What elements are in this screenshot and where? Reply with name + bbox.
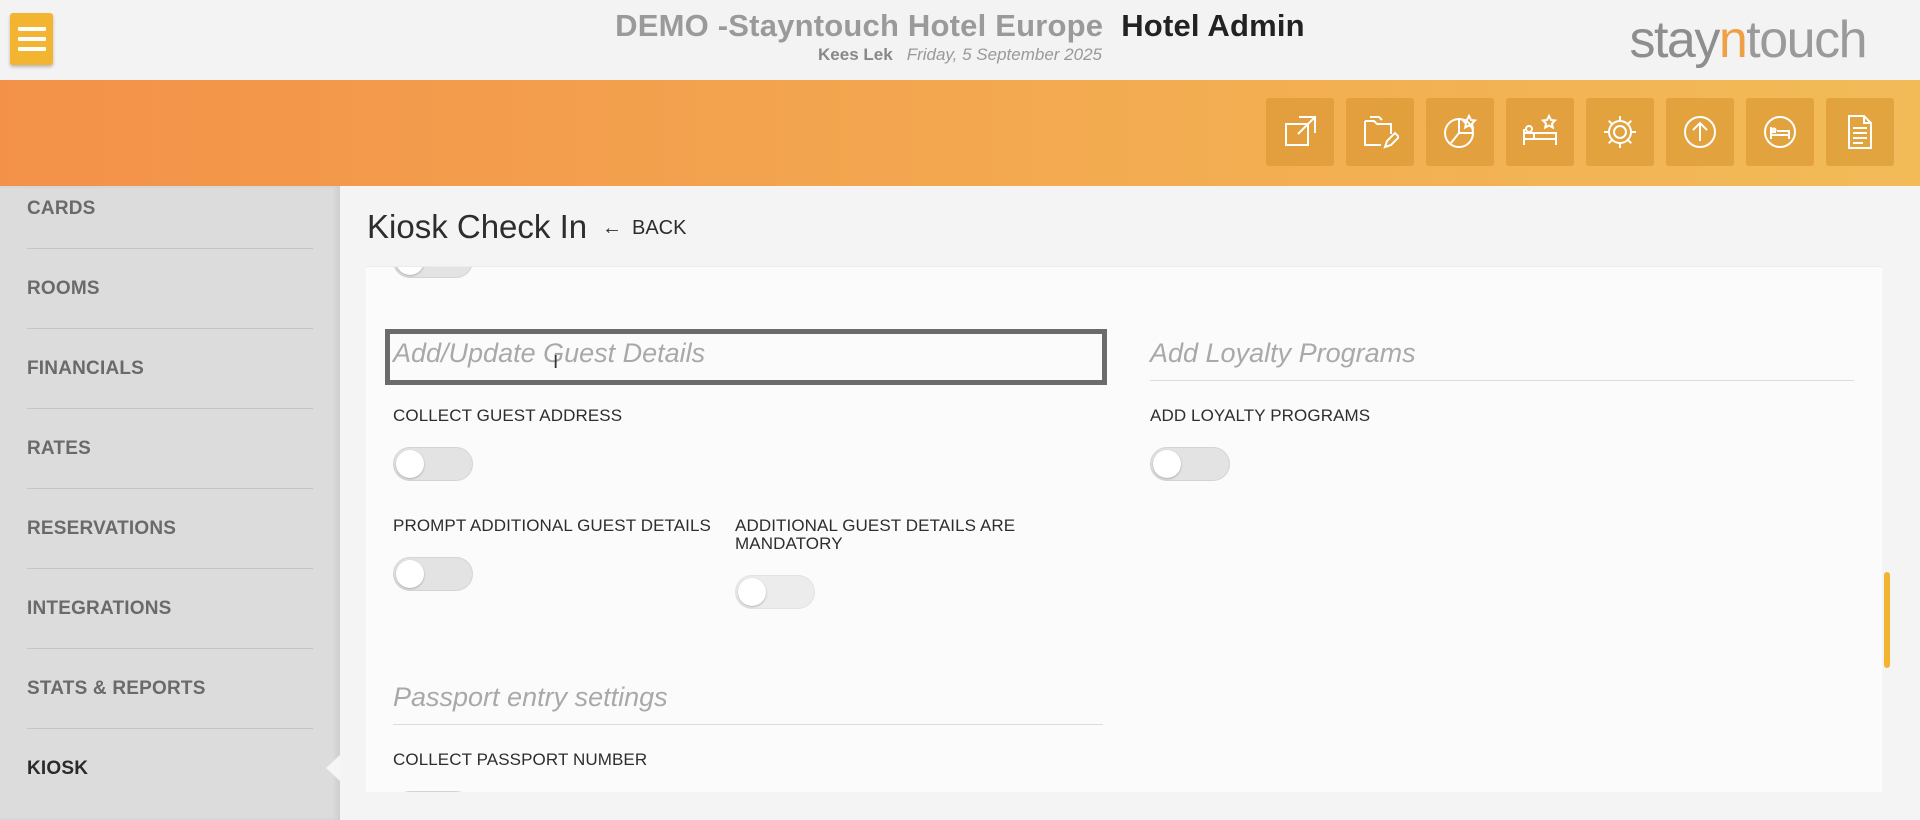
- previous-setting-toggle[interactable]: [393, 267, 473, 278]
- folder-edit-icon: [1364, 116, 1399, 149]
- sidebar-item-reservations[interactable]: RESERVATIONS: [27, 489, 313, 569]
- scrollbar[interactable]: [1884, 572, 1890, 668]
- focus-highlight: [385, 329, 1107, 385]
- section-title-passport: Passport entry settings: [393, 682, 668, 712]
- bed-star-button[interactable]: [1506, 98, 1574, 166]
- collect-guest-address-toggle[interactable]: [393, 447, 473, 481]
- bed-icon: [1764, 116, 1796, 148]
- admin-toolbar: [1266, 98, 1894, 166]
- top-bar: DEMO -Stayntouch Hotel Europe Hotel Admin…: [0, 0, 1920, 80]
- bed-button[interactable]: [1746, 98, 1814, 166]
- text-cursor-icon: I: [553, 352, 559, 373]
- external-link-button[interactable]: [1266, 98, 1334, 166]
- upload-icon: [1684, 116, 1716, 148]
- active-item-indicator: [326, 755, 340, 781]
- chart-star-icon: [1444, 113, 1478, 148]
- additional-details-mandatory-toggle[interactable]: [735, 575, 815, 609]
- collect-guest-address-label: COLLECT GUEST ADDRESS: [393, 406, 623, 425]
- current-date: Friday, 5 September 2025: [906, 45, 1102, 64]
- divider: [393, 724, 1103, 725]
- folder-edit-button[interactable]: [1346, 98, 1414, 166]
- hotel-name: DEMO -Stayntouch Hotel Europe: [615, 8, 1104, 43]
- upload-button[interactable]: [1666, 98, 1734, 166]
- collect-passport-number-toggle[interactable]: [393, 791, 473, 792]
- prompt-additional-details-label: PROMPT ADDITIONAL GUEST DETAILS: [393, 516, 711, 535]
- external-link-icon: [1285, 116, 1316, 146]
- document-icon: [1848, 115, 1872, 149]
- sidebar-item-cards[interactable]: CARDS: [27, 169, 313, 249]
- sidebar-item-financials[interactable]: FINANCIALS: [27, 329, 313, 409]
- user-name: Kees Lek: [818, 45, 893, 64]
- app-name: Hotel Admin: [1121, 8, 1305, 43]
- settings-button[interactable]: [1586, 98, 1654, 166]
- sidebar-item-stats-reports[interactable]: STATS & REPORTS: [27, 649, 313, 729]
- sidebar-item-rates[interactable]: RATES: [27, 409, 313, 489]
- add-loyalty-programs-label: ADD LOYALTY PROGRAMS: [1150, 406, 1371, 425]
- bed-star-icon: [1523, 113, 1558, 145]
- document-button[interactable]: [1826, 98, 1894, 166]
- brand-logo: stayntouch: [1629, 11, 1867, 69]
- settings-panel: Add/Update Guest Details I COLLECT GUEST…: [366, 266, 1882, 792]
- sidebar-item-kiosk[interactable]: KIOSK: [27, 729, 313, 809]
- back-button[interactable]: ← BACK: [602, 217, 686, 240]
- back-label: BACK: [632, 217, 687, 239]
- section-title-loyalty: Add Loyalty Programs: [1150, 338, 1416, 368]
- prompt-additional-details-toggle[interactable]: [393, 557, 473, 591]
- add-loyalty-programs-toggle[interactable]: [1150, 447, 1230, 481]
- chart-star-button[interactable]: [1426, 98, 1494, 166]
- gear-icon: [1604, 116, 1636, 148]
- sidebar-item-integrations[interactable]: INTEGRATIONS: [27, 569, 313, 649]
- arrow-left-icon: ←: [602, 217, 622, 239]
- sidebar-nav: CARDS ROOMS FINANCIALS RATES RESERVATION…: [0, 186, 340, 820]
- page-title: Kiosk Check In: [367, 208, 588, 245]
- sidebar-item-rooms[interactable]: ROOMS: [27, 249, 313, 329]
- divider: [1150, 380, 1854, 381]
- additional-details-mandatory-label: ADDITIONAL GUEST DETAILS ARE MANDATORY: [735, 516, 1016, 553]
- collect-passport-number-label: COLLECT PASSPORT NUMBER: [393, 750, 648, 769]
- content-header: Kiosk Check In ← BACK: [340, 186, 1920, 266]
